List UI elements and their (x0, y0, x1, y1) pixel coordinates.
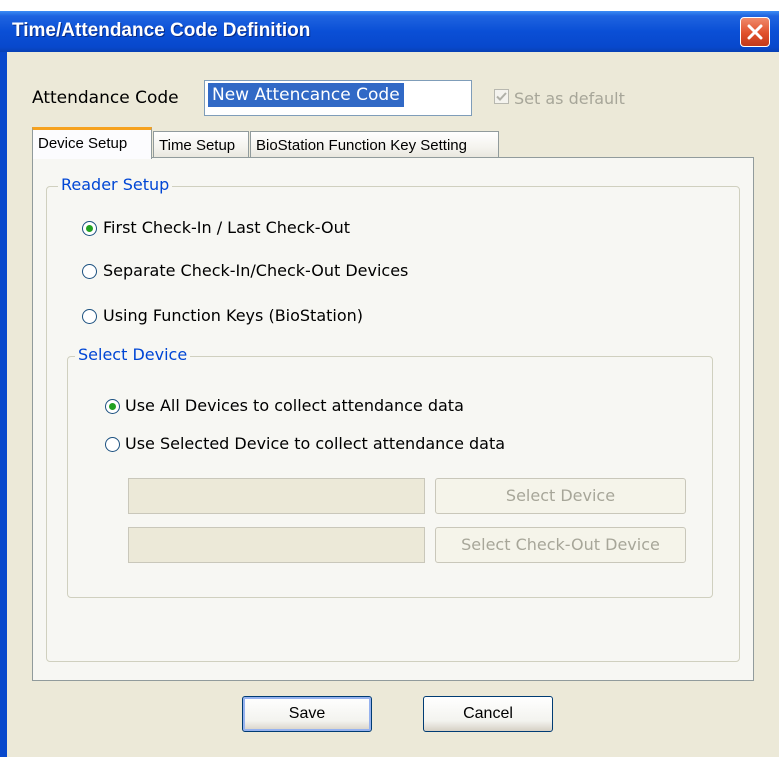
option-separate-devices-label[interactable]: Separate Check-In/Check-Out Devices (103, 261, 408, 280)
option-function-keys-label[interactable]: Using Function Keys (BioStation) (103, 306, 363, 325)
radio-use-all-devices[interactable] (105, 399, 120, 414)
radio-separate-devices[interactable] (82, 264, 97, 279)
save-button[interactable]: Save (242, 696, 372, 732)
select-checkout-device-button[interactable]: Select Check-Out Device (435, 527, 686, 563)
tab-device-setup[interactable]: Device Setup (32, 127, 152, 159)
attendance-code-input[interactable]: New Attencance Code (204, 80, 472, 116)
checkout-device-field[interactable] (128, 527, 425, 563)
tab-time-setup[interactable]: Time Setup (153, 131, 249, 158)
tab-panel-device-setup: Reader Setup First Check-In / Last Check… (32, 157, 754, 681)
dialog-window: Time/Attendance Code Definition Attendan… (0, 0, 779, 757)
cancel-button[interactable]: Cancel (423, 696, 553, 732)
select-device-button[interactable]: Select Device (435, 478, 686, 514)
window-frame-left (0, 52, 7, 757)
attendance-code-label: Attendance Code (32, 88, 179, 108)
reader-setup-title: Reader Setup (58, 175, 173, 194)
radio-function-keys[interactable] (82, 309, 97, 324)
set-default-checkbox[interactable] (494, 89, 509, 104)
close-button[interactable] (740, 17, 770, 47)
attendance-code-value: New Attencance Code (208, 83, 404, 107)
window-title: Time/Attendance Code Definition (12, 20, 311, 41)
set-default-label: Set as default (514, 89, 625, 108)
option-first-checkin-label[interactable]: First Check-In / Last Check-Out (103, 218, 350, 237)
radio-use-selected-device[interactable] (105, 437, 120, 452)
close-icon (747, 24, 763, 40)
option-use-all-devices-label[interactable]: Use All Devices to collect attendance da… (125, 396, 464, 415)
checkmark-icon (496, 92, 507, 101)
tab-biostation-function-key[interactable]: BioStation Function Key Setting (250, 131, 499, 158)
select-device-title: Select Device (75, 345, 191, 364)
title-bar[interactable]: Time/Attendance Code Definition (0, 11, 779, 52)
option-use-selected-device-label[interactable]: Use Selected Device to collect attendanc… (125, 434, 505, 453)
device-field[interactable] (128, 478, 425, 514)
radio-first-checkin[interactable] (82, 221, 97, 236)
